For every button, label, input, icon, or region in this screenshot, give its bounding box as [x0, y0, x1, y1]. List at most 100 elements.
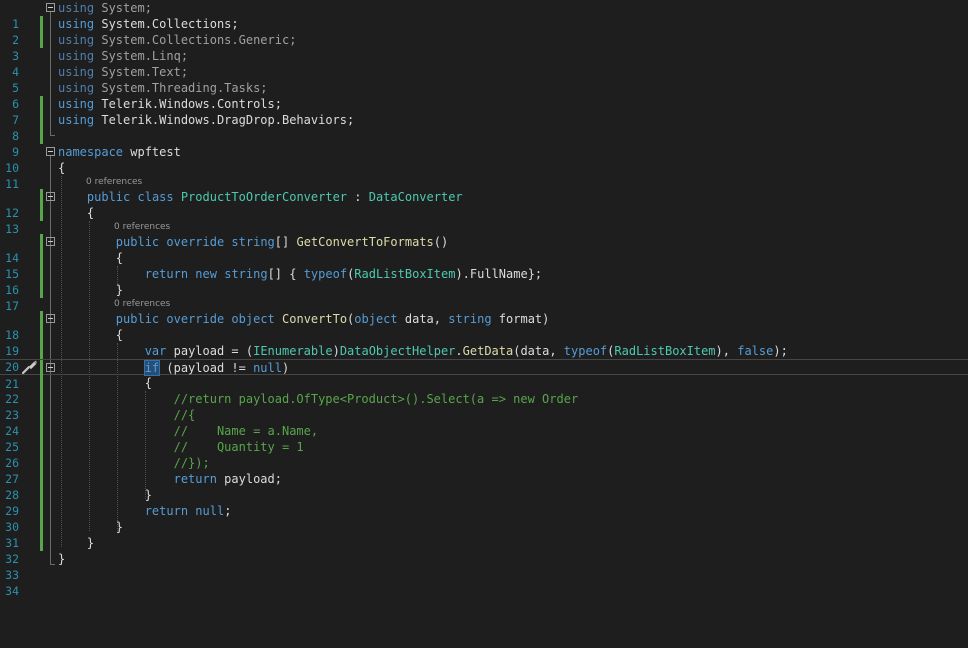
change-bar: [40, 32, 43, 48]
keyword: string: [448, 312, 492, 326]
keyword: using: [58, 17, 95, 31]
keyword: using: [58, 113, 95, 127]
code-line[interactable]: 17 }: [0, 282, 968, 313]
keyword: namespace: [58, 145, 124, 159]
code-line[interactable]: 2 using System.Collections;: [0, 16, 968, 47]
code-text: {: [58, 376, 152, 390]
code-fragment: (): [433, 235, 449, 249]
code-line[interactable]: 4 using System.Linq;: [0, 48, 968, 79]
change-bar: [40, 487, 43, 503]
code-line[interactable]: 14 public override string[] GetConvertTo…: [0, 234, 968, 265]
collapse-minus-icon[interactable]: [46, 314, 55, 323]
code-fragment: );: [773, 344, 788, 358]
code-line[interactable]: 9: [0, 128, 968, 159]
code-line[interactable]: 18 public override object ConvertTo(obje…: [0, 311, 968, 342]
code-line[interactable]: 20 var payload = (IEnumerable)DataObject…: [0, 343, 968, 374]
keyword: object: [354, 312, 398, 326]
comment: // Name = a.Name,: [173, 424, 319, 438]
type-name: RadListBoxItem: [354, 267, 456, 281]
collapse-minus-icon[interactable]: [46, 3, 55, 12]
collapse-minus-icon[interactable]: [46, 363, 55, 372]
code-line[interactable]: 13 {: [0, 205, 968, 236]
code-fragment: ).FullName};: [455, 267, 543, 281]
code-line[interactable]: 27 //});: [0, 455, 968, 486]
collapse-minus-icon[interactable]: [46, 147, 55, 156]
keyword: null: [195, 504, 225, 518]
code-text: using System.Text;: [58, 64, 188, 80]
collapse-minus-icon[interactable]: [46, 192, 55, 201]
change-bar: [40, 205, 43, 221]
code-line[interactable]: 5 using System.Text;: [0, 64, 968, 95]
code-text: }: [58, 536, 95, 550]
change-bar: [40, 519, 43, 535]
change-bar: [40, 266, 43, 282]
code-line[interactable]: 29 }: [0, 487, 968, 518]
code-line[interactable]: 11 {: [0, 160, 968, 191]
code-fragment: data,: [397, 312, 449, 326]
code-line[interactable]: 15 {: [0, 250, 968, 281]
code-fragment: payload;: [216, 472, 282, 486]
screwdriver-brush-icon[interactable]: [20, 359, 38, 375]
code-fragment: format): [491, 312, 550, 326]
method-name: GetData: [462, 344, 514, 358]
code-fragment: System.Collections.Generic;: [94, 33, 297, 47]
code-line[interactable]: 12 public class ProductToOrderConverter …: [0, 189, 968, 220]
keyword: return: [173, 472, 217, 486]
change-bar: [40, 96, 43, 112]
change-bar: [40, 250, 43, 266]
code-line[interactable]: 28 return payload;: [0, 471, 968, 502]
type-name: IEnumerable: [253, 344, 333, 358]
code-line[interactable]: 10 namespace wpftest: [0, 144, 968, 175]
code-line[interactable]: 26 // Quantity = 1: [0, 439, 968, 470]
change-bar: [40, 16, 43, 32]
codelens-references[interactable]: 0 references: [114, 298, 170, 311]
code-line[interactable]: 32 }: [0, 535, 968, 566]
collapse-minus-icon[interactable]: [46, 237, 55, 246]
keyword: using: [58, 65, 95, 79]
keyword: using: [58, 97, 95, 111]
current-code-line[interactable]: 21 if (payload != null): [0, 359, 968, 391]
code-line[interactable]: 25 // Name = a.Name,: [0, 423, 968, 454]
keyword: var: [144, 344, 167, 358]
keyword: false: [737, 344, 774, 358]
keyword: string: [224, 267, 268, 281]
code-line[interactable]: 6 using System.Threading.Tasks;: [0, 80, 968, 111]
code-text: var payload = (IEnumerable)DataObjectHel…: [58, 343, 788, 359]
code-line[interactable]: 33 }: [0, 551, 968, 582]
code-line[interactable]: 24 //{: [0, 407, 968, 438]
change-bar: [40, 234, 43, 250]
code-text: return new string[] { typeof(RadListBoxI…: [58, 266, 542, 282]
code-editor[interactable]: 1 using System; 2 using System.Collectio…: [0, 0, 968, 648]
code-text: //{: [58, 407, 196, 423]
code-line[interactable]: 34: [0, 567, 968, 598]
code-line[interactable]: 22 {: [0, 375, 968, 406]
code-line[interactable]: 16 return new string[] { typeof(RadListB…: [0, 266, 968, 297]
comment: //return payload.OfType<Product>().Selec…: [173, 392, 579, 406]
code-line[interactable]: 1 using System;: [0, 0, 968, 31]
codelens-references[interactable]: 0 references: [86, 176, 142, 189]
change-bar: [40, 407, 43, 423]
code-line[interactable]: 31 }: [0, 519, 968, 550]
change-bar: [40, 455, 43, 471]
code-text: // Quantity = 1: [58, 439, 304, 455]
code-text: {: [58, 328, 124, 342]
code-line[interactable]: 3 using System.Collections.Generic;: [0, 32, 968, 63]
keyword: string: [231, 235, 275, 249]
codelens-references[interactable]: 0 references: [114, 221, 170, 234]
code-text: using System.Linq;: [58, 48, 188, 64]
code-line[interactable]: 7 using Telerik.Windows.Controls;: [0, 96, 968, 127]
type-name: ProductToOrderConverter: [180, 190, 348, 204]
code-line[interactable]: 19 {: [0, 327, 968, 358]
keyword: typeof: [303, 267, 348, 281]
code-fragment: System.Threading.Tasks;: [94, 81, 268, 95]
code-line[interactable]: 23 //return payload.OfType<Product>().Se…: [0, 391, 968, 422]
code-line[interactable]: 8 using Telerik.Windows.DragDrop.Behavio…: [0, 112, 968, 143]
keyword: new: [195, 267, 217, 281]
code-line[interactable]: 30 return null;: [0, 503, 968, 534]
line-number: 34: [5, 584, 19, 598]
